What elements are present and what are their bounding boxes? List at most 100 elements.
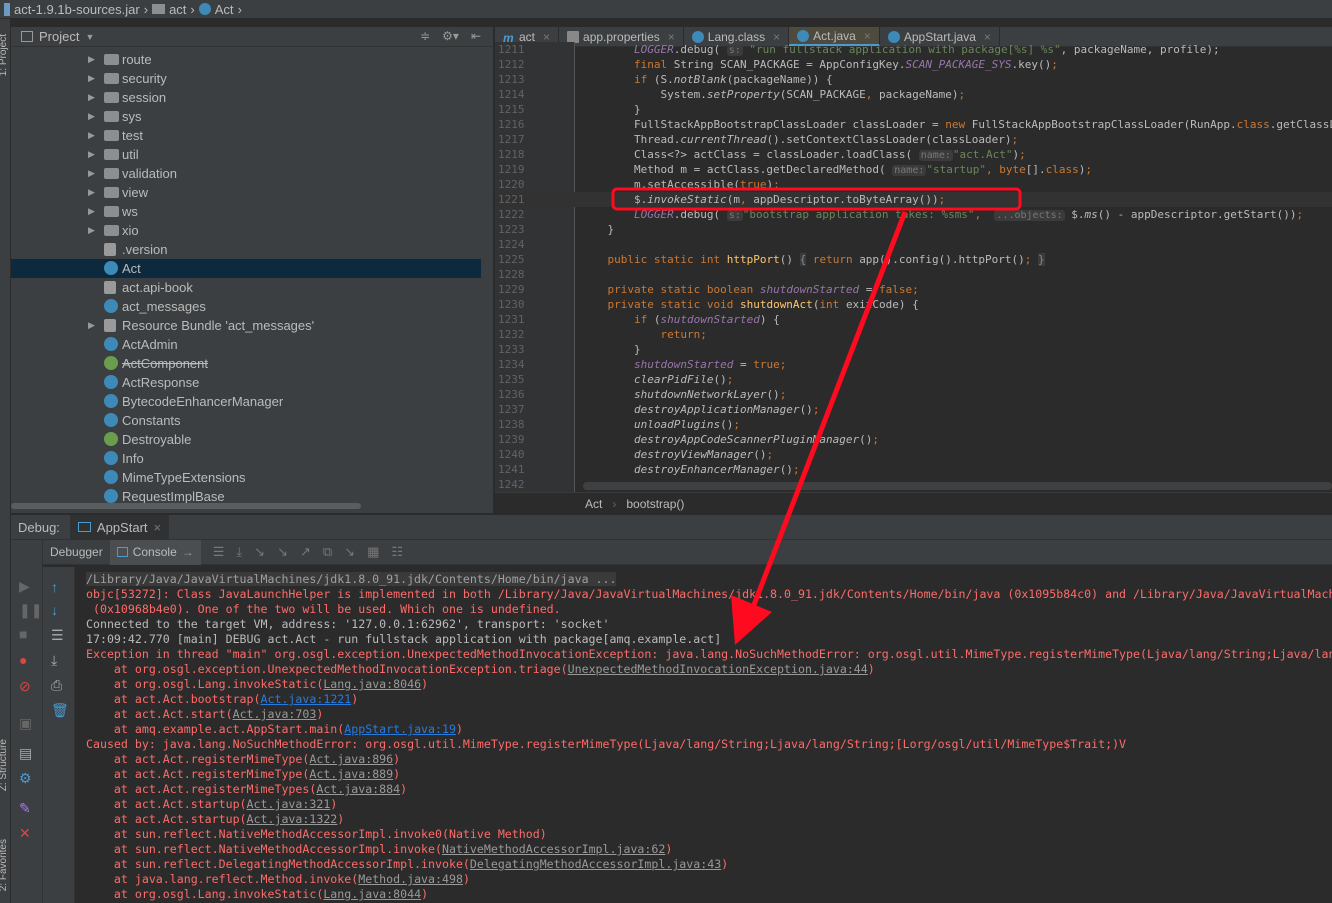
breadcrumb-package[interactable]: act bbox=[169, 2, 186, 17]
code-line[interactable]: 1241 destroyEnhancerManager(); bbox=[495, 462, 1332, 477]
tree-item[interactable]: ActResponse bbox=[11, 373, 481, 392]
code-line[interactable]: 1234 shutdownStarted = true; bbox=[495, 357, 1332, 372]
code-line[interactable]: 1235 clearPidFile(); bbox=[495, 372, 1332, 387]
structure-tool-button[interactable]: Z: Structure bbox=[0, 739, 9, 791]
tree-item[interactable]: act_messages bbox=[11, 297, 481, 316]
expand-arrow-icon[interactable]: ▶ bbox=[88, 111, 95, 122]
code-line[interactable]: 1213 if (S.notBlank(packageName)) { bbox=[495, 72, 1332, 87]
expand-arrow-icon[interactable]: ▶ bbox=[88, 320, 95, 331]
tree-item[interactable]: ▶ sys bbox=[11, 107, 481, 126]
debug-session-tab[interactable]: AppStart × bbox=[69, 514, 170, 540]
source-link[interactable]: Method.java:498 bbox=[358, 872, 463, 886]
code-line[interactable]: 1229 private static boolean shutdownStar… bbox=[495, 282, 1332, 297]
print-icon[interactable]: ⎙ bbox=[51, 677, 62, 694]
expand-arrow-icon[interactable]: ▶ bbox=[88, 92, 95, 103]
expand-arrow-icon[interactable]: ▶ bbox=[88, 130, 95, 141]
code-line[interactable]: 1237 destroyApplicationManager(); bbox=[495, 402, 1332, 417]
breadcrumb-class[interactable]: Act bbox=[215, 2, 234, 17]
drop-frame-icon[interactable]: ⧉ bbox=[323, 544, 332, 560]
tree-item[interactable]: BytecodeEnhancerManager bbox=[11, 392, 481, 411]
close-icon[interactable]: × bbox=[864, 29, 871, 43]
hide-panel-icon[interactable]: ⇤ bbox=[471, 29, 481, 43]
code-line[interactable]: 1238 unloadPlugins(); bbox=[495, 417, 1332, 432]
tree-item[interactable]: ActAdmin bbox=[11, 335, 481, 354]
evaluate-icon[interactable]: ▦ bbox=[367, 544, 379, 560]
tree-item[interactable]: Constants bbox=[11, 411, 481, 430]
tree-item[interactable]: ActComponent bbox=[11, 354, 481, 373]
collapse-all-icon[interactable]: ≑ bbox=[420, 29, 430, 43]
code-line[interactable]: 1211 LOGGER.debug( s: "run fullstack app… bbox=[495, 42, 1332, 57]
console-output[interactable]: /Library/Java/JavaVirtualMachines/jdk1.8… bbox=[75, 567, 1332, 903]
source-link[interactable]: Act.java:703 bbox=[233, 707, 317, 721]
expand-arrow-icon[interactable]: ▶ bbox=[88, 206, 95, 217]
tree-item[interactable]: ▶ route bbox=[11, 50, 481, 69]
trace-icon[interactable]: ☷ bbox=[391, 544, 403, 560]
editor-horizontal-scrollbar[interactable] bbox=[583, 482, 1332, 490]
code-line[interactable]: 1236 shutdownNetworkLayer(); bbox=[495, 387, 1332, 402]
source-link[interactable]: Act.java:896 bbox=[309, 752, 393, 766]
settings-icon[interactable]: ⚙ bbox=[19, 770, 32, 787]
tree-item[interactable]: ▶ ws bbox=[11, 202, 481, 221]
code-line[interactable]: 1216 FullStackAppBootstrapClassLoader cl… bbox=[495, 117, 1332, 132]
code-line[interactable]: 1223 } bbox=[495, 222, 1332, 237]
code-line[interactable]: 1219 Method m = actClass.getDeclaredMeth… bbox=[495, 162, 1332, 177]
arrow-down-icon[interactable]: ↓ bbox=[51, 602, 58, 618]
crumb-class[interactable]: Act bbox=[585, 497, 602, 511]
horizontal-scrollbar[interactable] bbox=[11, 503, 361, 509]
source-link[interactable]: Act.java:889 bbox=[309, 767, 393, 781]
pause-icon[interactable]: ❚❚ bbox=[19, 602, 42, 619]
code-line[interactable]: 1220 m.setAccessible(true); bbox=[495, 177, 1332, 192]
code-line[interactable]: 1233 } bbox=[495, 342, 1332, 357]
layout-icon[interactable]: ▤ bbox=[19, 745, 32, 762]
expand-arrow-icon[interactable]: ▶ bbox=[88, 73, 95, 84]
project-view-selector[interactable]: Project bbox=[39, 29, 79, 44]
source-link[interactable]: Lang.java:8046 bbox=[323, 677, 421, 691]
source-link[interactable]: UnexpectedMethodInvocationException.java… bbox=[568, 662, 868, 676]
mute-breakpoints-icon[interactable]: ⊘ bbox=[19, 678, 31, 695]
step-over-icon[interactable]: ⤓ bbox=[236, 544, 242, 560]
tree-item[interactable]: Info bbox=[11, 449, 481, 468]
code-line[interactable]: 1240 destroyViewManager(); bbox=[495, 447, 1332, 462]
expand-arrow-icon[interactable]: ▶ bbox=[88, 225, 95, 236]
breadcrumb-jar[interactable]: act-1.9.1b-sources.jar bbox=[14, 2, 140, 17]
source-link[interactable]: Act.java:1322 bbox=[247, 812, 338, 826]
tree-item[interactable]: Destroyable bbox=[11, 430, 481, 449]
tree-item[interactable]: .version bbox=[11, 240, 481, 259]
arrow-up-icon[interactable]: ↑ bbox=[51, 579, 58, 595]
tree-item[interactable]: ▶ xio bbox=[11, 221, 481, 240]
code-line[interactable]: 1222 LOGGER.debug( s: "bootstrap applicat… bbox=[495, 207, 1332, 222]
tree-item[interactable]: ▶ validation bbox=[11, 164, 481, 183]
tree-item[interactable]: ▶ security bbox=[11, 69, 481, 88]
source-link[interactable]: Act.java:884 bbox=[316, 782, 400, 796]
code-line[interactable]: 1225 public static int httpPort() { retu… bbox=[495, 252, 1332, 267]
tree-item[interactable]: ▶ test bbox=[11, 126, 481, 145]
code-area[interactable]: 1211 LOGGER.debug( s: "run fullstack app… bbox=[495, 42, 1332, 492]
favorites-tool-button[interactable]: 2: Favorites bbox=[0, 839, 9, 891]
pin-tab-icon[interactable]: ✎ bbox=[19, 800, 31, 817]
code-line[interactable]: 1232 return; bbox=[495, 327, 1332, 342]
close-icon[interactable]: × bbox=[154, 520, 162, 535]
step-out-icon[interactable]: ↗ bbox=[300, 544, 311, 560]
tree-item[interactable]: ▶ view bbox=[11, 183, 481, 202]
source-link[interactable]: DelegatingMethodAccessorImpl.java:43 bbox=[470, 857, 721, 871]
expand-arrow-icon[interactable]: ▶ bbox=[88, 149, 95, 160]
code-line[interactable]: 1215 } bbox=[495, 102, 1332, 117]
code-line[interactable]: 1217 Thread.currentThread().setContextCl… bbox=[495, 132, 1332, 147]
force-step-into-icon[interactable]: ↘ bbox=[277, 544, 288, 560]
scroll-to-end-icon[interactable]: ⤓ bbox=[51, 652, 57, 669]
tree-item[interactable]: MimeTypeExtensions bbox=[11, 468, 481, 487]
code-line[interactable]: 1228 bbox=[495, 267, 1332, 282]
expand-arrow-icon[interactable]: ▶ bbox=[88, 54, 95, 65]
source-link[interactable]: Lang.java:8044 bbox=[323, 887, 421, 901]
code-line[interactable]: 1214 System.setProperty(SCAN_PACKAGE, pa… bbox=[495, 87, 1332, 102]
trash-icon[interactable]: 🗑 bbox=[51, 702, 69, 719]
tree-item[interactable]: ▶ Resource Bundle 'act_messages' bbox=[11, 316, 481, 335]
resume-icon[interactable]: ▶ bbox=[19, 578, 30, 595]
code-line[interactable]: 1218 Class<?> actClass = classLoader.loa… bbox=[495, 147, 1332, 162]
source-link[interactable]: AppStart.java:19 bbox=[344, 722, 456, 736]
gear-icon[interactable]: ⚙▾ bbox=[442, 29, 459, 43]
code-line[interactable]: 1221 $.invokeStatic(m, appDescriptor.toB… bbox=[495, 192, 1332, 207]
tab-debugger[interactable]: Debugger bbox=[43, 540, 110, 565]
restore-layout-icon[interactable]: ▣ bbox=[19, 715, 32, 732]
view-breakpoints-icon[interactable]: ● bbox=[19, 652, 27, 668]
